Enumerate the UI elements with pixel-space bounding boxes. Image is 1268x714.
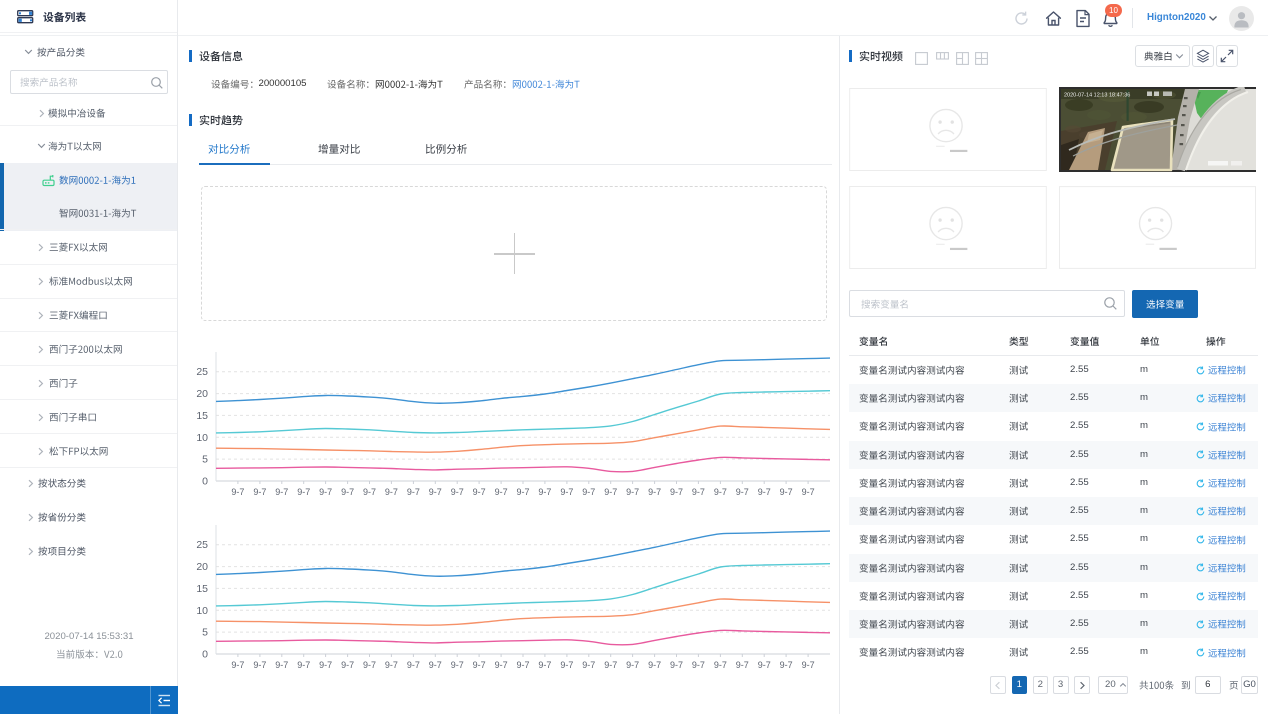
svg-text:9-7: 9-7 bbox=[429, 487, 442, 497]
svg-text:9-7: 9-7 bbox=[516, 487, 529, 497]
svg-text:9-7: 9-7 bbox=[275, 487, 288, 497]
svg-text:5: 5 bbox=[202, 627, 208, 639]
svg-text:9-7: 9-7 bbox=[429, 660, 442, 670]
svg-text:10: 10 bbox=[196, 432, 208, 444]
svg-text:9-7: 9-7 bbox=[780, 487, 793, 497]
svg-text:9-7: 9-7 bbox=[297, 660, 310, 670]
svg-text:9-7: 9-7 bbox=[516, 660, 529, 670]
svg-text:9-7: 9-7 bbox=[385, 660, 398, 670]
svg-text:9-7: 9-7 bbox=[780, 660, 793, 670]
svg-text:9-7: 9-7 bbox=[495, 487, 508, 497]
svg-text:15: 15 bbox=[196, 583, 208, 595]
svg-text:9-7: 9-7 bbox=[451, 660, 464, 670]
svg-text:9-7: 9-7 bbox=[670, 487, 683, 497]
svg-text:9-7: 9-7 bbox=[604, 487, 617, 497]
svg-text:25: 25 bbox=[196, 539, 208, 551]
svg-text:9-7: 9-7 bbox=[758, 660, 771, 670]
svg-text:9-7: 9-7 bbox=[714, 660, 727, 670]
svg-text:9-7: 9-7 bbox=[473, 487, 486, 497]
svg-text:9-7: 9-7 bbox=[319, 487, 332, 497]
svg-text:9-7: 9-7 bbox=[319, 660, 332, 670]
svg-text:9-7: 9-7 bbox=[341, 487, 354, 497]
svg-text:5: 5 bbox=[202, 454, 208, 466]
svg-text:9-7: 9-7 bbox=[538, 660, 551, 670]
svg-text:9-7: 9-7 bbox=[648, 660, 661, 670]
svg-text:20: 20 bbox=[196, 561, 208, 573]
svg-text:9-7: 9-7 bbox=[736, 487, 749, 497]
svg-text:9-7: 9-7 bbox=[626, 487, 639, 497]
svg-text:9-7: 9-7 bbox=[473, 660, 486, 670]
svg-text:9-7: 9-7 bbox=[231, 487, 244, 497]
svg-text:9-7: 9-7 bbox=[451, 487, 464, 497]
svg-text:9-7: 9-7 bbox=[363, 660, 376, 670]
svg-text:9-7: 9-7 bbox=[253, 487, 266, 497]
svg-text:9-7: 9-7 bbox=[736, 660, 749, 670]
svg-text:9-7: 9-7 bbox=[802, 660, 815, 670]
svg-text:20: 20 bbox=[196, 388, 208, 400]
svg-text:9-7: 9-7 bbox=[538, 487, 551, 497]
svg-text:9-7: 9-7 bbox=[363, 487, 376, 497]
svg-text:9-7: 9-7 bbox=[560, 660, 573, 670]
svg-text:9-7: 9-7 bbox=[407, 660, 420, 670]
svg-text:9-7: 9-7 bbox=[648, 487, 661, 497]
svg-text:10: 10 bbox=[196, 605, 208, 617]
svg-text:0: 0 bbox=[202, 476, 208, 488]
svg-text:2020-07-14 12:13 18:47:36: 2020-07-14 12:13 18:47:36 bbox=[1064, 93, 1130, 99]
svg-text:9-7: 9-7 bbox=[626, 660, 639, 670]
svg-text:0: 0 bbox=[202, 649, 208, 661]
svg-text:9-7: 9-7 bbox=[341, 660, 354, 670]
svg-text:9-7: 9-7 bbox=[692, 487, 705, 497]
svg-text:9-7: 9-7 bbox=[385, 487, 398, 497]
svg-text:9-7: 9-7 bbox=[670, 660, 683, 670]
svg-text:9-7: 9-7 bbox=[560, 487, 573, 497]
svg-text:15: 15 bbox=[196, 410, 208, 422]
svg-text:9-7: 9-7 bbox=[297, 487, 310, 497]
svg-text:9-7: 9-7 bbox=[604, 660, 617, 670]
svg-text:9-7: 9-7 bbox=[582, 487, 595, 497]
svg-text:9-7: 9-7 bbox=[692, 660, 705, 670]
svg-text:9-7: 9-7 bbox=[802, 487, 815, 497]
svg-text:9-7: 9-7 bbox=[495, 660, 508, 670]
svg-text:9-7: 9-7 bbox=[582, 660, 595, 670]
svg-text:9-7: 9-7 bbox=[407, 487, 420, 497]
svg-text:9-7: 9-7 bbox=[231, 660, 244, 670]
svg-text:9-7: 9-7 bbox=[714, 487, 727, 497]
svg-text:9-7: 9-7 bbox=[253, 660, 266, 670]
svg-text:9-7: 9-7 bbox=[758, 487, 771, 497]
svg-text:9-7: 9-7 bbox=[275, 660, 288, 670]
svg-text:25: 25 bbox=[196, 366, 208, 378]
